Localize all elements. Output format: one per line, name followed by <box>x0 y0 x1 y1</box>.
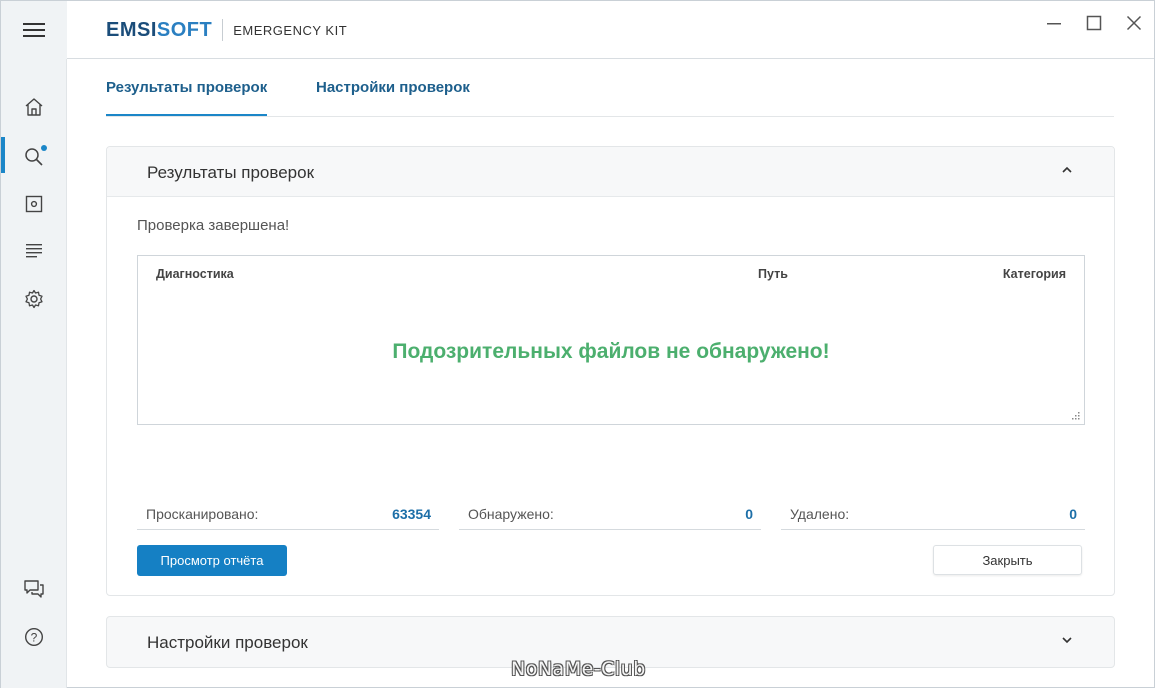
maximize-button[interactable] <box>1074 9 1114 37</box>
product-name: EMERGENCY KIT <box>233 22 348 38</box>
stat-scanned: Просканировано: 63354 <box>137 500 439 530</box>
stat-removed: Удалено: 0 <box>781 500 1085 530</box>
quarantine-icon <box>25 195 43 213</box>
app-window: EMSISOFT EMERGENCY KIT ? Результаты пров… <box>0 0 1155 688</box>
tab-bar: Результаты проверок Настройки проверок <box>106 73 1114 117</box>
stat-removed-label: Удалено: <box>790 506 850 522</box>
chevron-down-icon[interactable] <box>1060 633 1074 647</box>
scan-results-panel: Результаты проверок Проверка завершена! … <box>106 146 1115 596</box>
close-icon <box>1126 15 1142 31</box>
sidebar-item-feedback[interactable] <box>1 569 67 609</box>
close-window-button[interactable] <box>1114 9 1154 37</box>
no-threats-message: Подозрительных файлов не обнаружено! <box>392 340 830 363</box>
hamburger-menu-button[interactable] <box>1 1 67 59</box>
tab-scan-results[interactable]: Результаты проверок <box>106 79 268 116</box>
title-bar: EMSISOFT EMERGENCY KIT <box>1 1 1154 59</box>
sidebar-item-quarantine[interactable] <box>1 184 67 224</box>
stat-scanned-value: 63354 <box>392 506 431 522</box>
results-table: Диагностика Путь Категория Подозрительны… <box>137 255 1085 425</box>
brand-name: EMSISOFT <box>106 18 213 41</box>
logs-icon <box>26 244 42 258</box>
scan-results-panel-header[interactable]: Результаты проверок <box>107 147 1114 197</box>
sidebar-item-logs[interactable] <box>1 231 67 271</box>
minimize-icon <box>1047 23 1061 25</box>
close-button[interactable]: Закрыть <box>933 545 1082 575</box>
column-header-path[interactable]: Путь <box>758 267 788 281</box>
maximize-icon <box>1086 15 1102 31</box>
feedback-icon <box>24 580 44 598</box>
app-logo: EMSISOFT EMERGENCY KIT <box>106 18 347 42</box>
minimize-button[interactable] <box>1034 9 1074 37</box>
help-icon: ? <box>24 627 44 647</box>
sidebar-item-home[interactable] <box>1 87 67 127</box>
sidebar-item-scan[interactable] <box>1 137 67 177</box>
notification-dot <box>41 145 47 151</box>
resize-grip-icon[interactable] <box>1071 411 1081 421</box>
stat-detected: Обнаружено: 0 <box>459 500 761 530</box>
stat-detected-label: Обнаружено: <box>468 506 554 522</box>
stat-detected-value: 0 <box>745 506 753 522</box>
sidebar-item-settings[interactable] <box>1 279 67 319</box>
chevron-up-icon[interactable] <box>1060 163 1074 177</box>
column-header-category[interactable]: Категория <box>1003 267 1066 281</box>
view-report-button[interactable]: Просмотр отчёта <box>137 545 287 576</box>
sidebar: ? <box>1 59 67 688</box>
scan-status-text: Проверка завершена! <box>137 217 290 234</box>
window-controls <box>1034 9 1154 37</box>
panel-title: Результаты проверок <box>147 163 315 182</box>
svg-text:?: ? <box>31 631 38 645</box>
hamburger-icon <box>23 23 45 37</box>
stat-removed-value: 0 <box>1069 506 1077 522</box>
tab-scan-settings[interactable]: Настройки проверок <box>316 79 470 114</box>
gear-icon <box>25 289 43 309</box>
panel-title: Настройки проверок <box>147 633 308 652</box>
watermark-text: NoNaMe-Club <box>511 658 646 680</box>
stat-scanned-label: Просканировано: <box>146 506 259 522</box>
column-header-diagnosis[interactable]: Диагностика <box>156 267 234 281</box>
home-icon <box>25 98 43 116</box>
logo-divider <box>222 19 224 41</box>
sidebar-item-help[interactable]: ? <box>1 617 67 657</box>
